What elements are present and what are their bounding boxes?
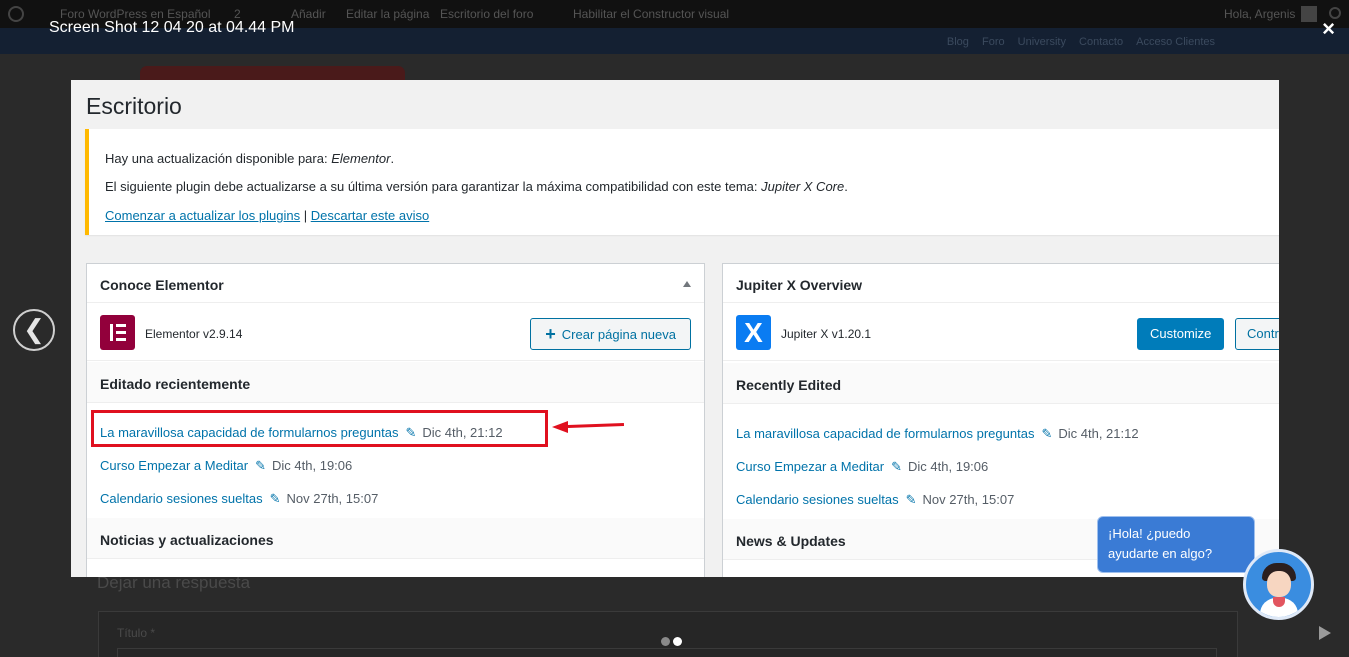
jupiter-recent-header: Recently Edited <box>723 363 1279 404</box>
notice-links: Comenzar a actualizar los plugins | Desc… <box>105 208 429 223</box>
plus-icon: + <box>545 324 556 344</box>
wordpress-logo-icon <box>8 6 24 22</box>
pencil-icon[interactable]: ✎ <box>891 459 902 475</box>
nav-blog: Blog <box>946 36 969 48</box>
lightbox-dot-2[interactable] <box>673 637 682 646</box>
list-item: La maravillosa capacidad de formularnos … <box>736 426 1139 442</box>
jupiter-news-title: News & Updates <box>736 533 846 549</box>
update-notice: Hay una actualización disponible para: E… <box>85 129 1279 235</box>
jupiter-recent-title: Recently Edited <box>736 377 842 393</box>
adminbar-visual-builder: Habilitar el Constructor visual <box>573 7 730 21</box>
lightbox-pagination <box>661 633 685 651</box>
site-top-nav: Blog Foro University Contacto Acceso Cli… <box>937 36 1215 48</box>
annotation-arrow-head-icon <box>552 421 568 433</box>
notice-line-1-suffix: . <box>390 151 395 166</box>
notice-line-2: El siguiente plugin debe actualizarse a … <box>105 179 848 194</box>
recent-post-date: Dic 4th, 21:12 <box>1058 426 1139 441</box>
adminbar-edit-page: Editar la página <box>346 7 430 21</box>
recent-post-link[interactable]: Calendario sesiones sueltas <box>100 491 263 506</box>
adminbar-avatar <box>1301 6 1317 22</box>
nav-university: University <box>1017 36 1066 48</box>
lightbox-dot-1[interactable] <box>661 637 670 646</box>
list-item: Calendario sesiones sueltas ✎ Nov 27th, 15… <box>736 492 1014 508</box>
recent-post-link[interactable]: Curso Empezar a Meditar <box>100 458 248 473</box>
jupiter-version-row: X Jupiter X v1.20.1 Customize Control Pa… <box>723 303 1279 361</box>
dismiss-notice-link[interactable]: Descartar este aviso <box>311 208 430 223</box>
recent-post-date: Dic 4th, 19:06 <box>272 458 353 473</box>
chat-greeting-bubble[interactable]: ¡Hola! ¿puedo ayudarte en algo? <box>1097 516 1255 573</box>
adminbar-add-new: Añadir <box>291 7 326 21</box>
elementor-logo-icon <box>100 315 135 350</box>
notice-line-1: Hay una actualización disponible para: E… <box>105 151 394 166</box>
annotation-highlight-box <box>91 410 548 447</box>
update-plugins-link[interactable]: Comenzar a actualizar los plugins <box>105 208 300 223</box>
notice-link-separator: | <box>300 208 311 223</box>
pencil-icon[interactable]: ✎ <box>270 491 281 507</box>
elementor-news-title: Noticias y actualizaciones <box>100 532 274 548</box>
notice-plugin-name: Elementor <box>331 151 391 166</box>
jupiter-box-header: Jupiter X Overview <box>723 264 1279 303</box>
elementor-version-row: Elementor v2.9.14 + Crear página nueva <box>87 303 704 361</box>
jupiter-x-logo-icon: X <box>736 315 771 350</box>
elementor-version: Elementor v2.9.14 <box>145 327 243 341</box>
recent-post-link[interactable]: La maravillosa capacidad de formularnos … <box>736 426 1034 441</box>
recent-post-link[interactable]: Curso Empezar a Meditar <box>736 459 884 474</box>
jupiter-version: Jupiter X v1.20.1 <box>781 327 872 341</box>
list-item: Calendario sesiones sueltas ✎ Nov 27th, 15… <box>100 491 378 507</box>
reply-form-title-label: Título * <box>117 626 156 640</box>
notice-line-2-suffix: . <box>844 179 848 194</box>
recent-post-date: Nov 27th, 15:07 <box>286 491 379 506</box>
collapse-toggle-icon[interactable] <box>683 281 691 287</box>
notice-line-2-text: El siguiente plugin debe actualizarse a … <box>105 179 762 194</box>
elementor-recent-header: Editado recientemente <box>87 362 704 403</box>
page-title: Escritorio <box>86 93 182 119</box>
avatar-face <box>1267 571 1291 597</box>
elementor-news-header: Noticias y actualizaciones <box>87 518 704 559</box>
create-new-page-button[interactable]: + Crear página nueva <box>530 318 691 350</box>
elementor-box-header: Conoce Elementor <box>87 264 704 303</box>
lightbox-prev-button[interactable]: ❮ <box>13 309 55 351</box>
list-item: Curso Empezar a Meditar ✎ Dic 4th, 19:06 <box>736 459 988 475</box>
nav-foro: Foro <box>981 36 1005 48</box>
jupiter-box-title: Jupiter X Overview <box>736 277 863 293</box>
list-item: Curso Empezar a Meditar ✎ Dic 4th, 19:06 <box>100 458 352 474</box>
notice-theme-plugin-name: Jupiter X Core <box>761 179 845 194</box>
control-panel-button[interactable]: Control Panel <box>1235 318 1279 350</box>
site-logo <box>140 66 405 80</box>
customize-button[interactable]: Customize <box>1137 318 1225 350</box>
lightbox-close-button[interactable]: × <box>1322 18 1335 40</box>
nav-contacto: Contacto <box>1079 36 1124 48</box>
recent-post-date: Dic 4th, 19:06 <box>908 459 989 474</box>
pencil-icon[interactable]: ✎ <box>1041 426 1052 442</box>
nav-acceso-clientes: Acceso Clientes <box>1136 36 1215 48</box>
elementor-recent-title: Editado recientemente <box>100 376 251 392</box>
adminbar-greeting: Hola, Argenis <box>1224 7 1296 21</box>
recent-post-link[interactable]: Calendario sesiones sueltas <box>736 492 899 507</box>
notice-line-1-text: Hay una actualización disponible para: <box>105 151 332 166</box>
lightbox-next-icon[interactable] <box>1319 626 1331 640</box>
lightbox-title: Screen Shot 12 04 20 at 04.44 PM <box>49 19 295 36</box>
adminbar-forum-dashboard: Escritorio del foro <box>440 7 534 21</box>
chat-agent-avatar[interactable] <box>1243 549 1314 620</box>
create-new-page-label: Crear página nueva <box>561 327 676 342</box>
pencil-icon[interactable]: ✎ <box>906 492 917 508</box>
pencil-icon[interactable]: ✎ <box>255 458 266 474</box>
elementor-box-title: Conoce Elementor <box>100 277 224 293</box>
recent-post-date: Nov 27th, 15:07 <box>922 492 1015 507</box>
